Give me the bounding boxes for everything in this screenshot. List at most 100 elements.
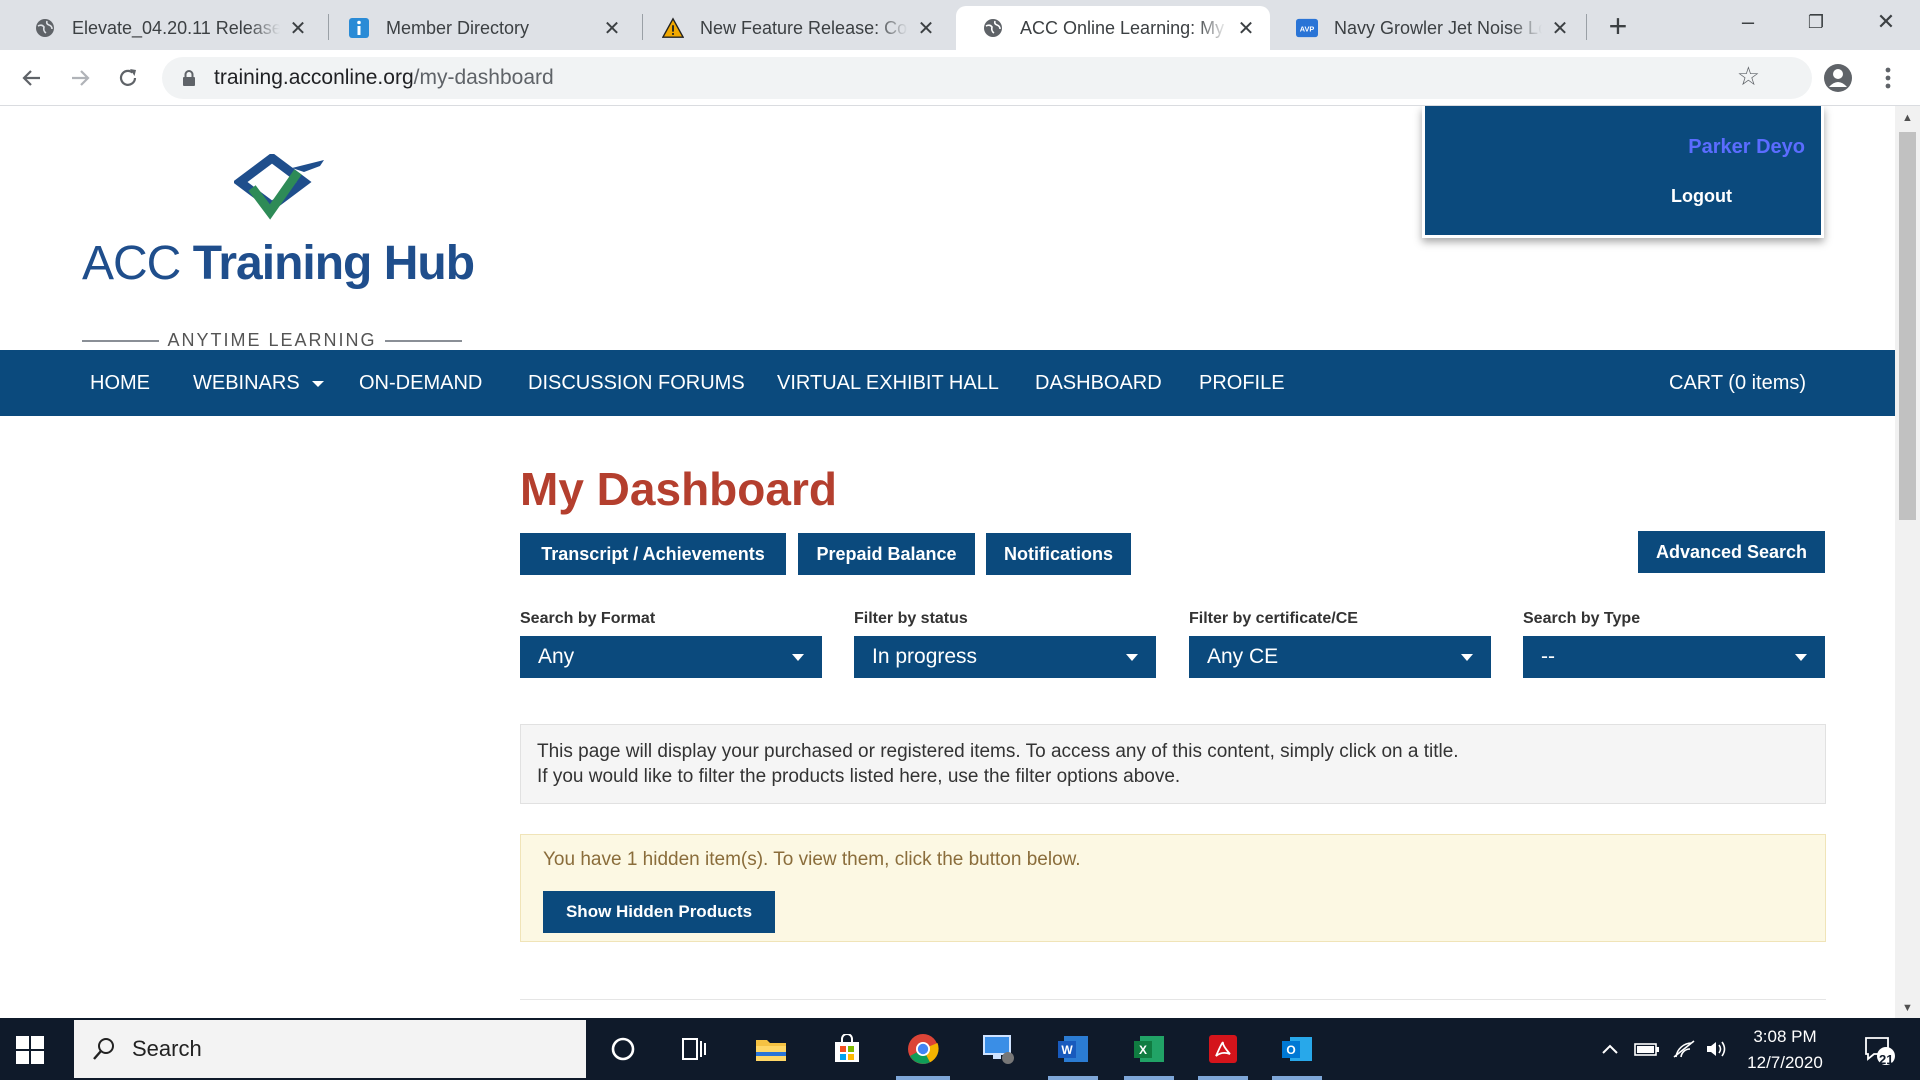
tab-elevate[interactable]: Elevate_04.20.11 Release notes ✕ (8, 6, 322, 50)
nav-virtual-exhibit-hall[interactable]: VIRTUAL EXHIBIT HALL (777, 350, 999, 416)
format-filter-label: Search by Format (520, 610, 656, 627)
close-icon[interactable]: ✕ (1236, 16, 1256, 41)
page-title: My Dashboard (520, 463, 837, 515)
tab-strip: Elevate_04.20.11 Release notes ✕ Member … (0, 0, 1920, 50)
logo-tagline: ANYTIME LEARNING (167, 330, 377, 350)
taskbar-search[interactable]: Search (74, 1020, 586, 1078)
svg-text:X: X (1139, 1043, 1147, 1057)
svg-text:W: W (1061, 1043, 1073, 1057)
url-path: /my-dashboard (413, 66, 554, 89)
certificate-select[interactable]: Any CE (1189, 636, 1491, 678)
certificate-filter-label: Filter by certificate/CE (1189, 610, 1358, 627)
profile-icon[interactable] (1820, 60, 1856, 96)
clock[interactable]: 3:08 PM 12/7/2020 (1730, 1024, 1840, 1076)
svg-text:O: O (1286, 1043, 1295, 1057)
bookmark-star-icon[interactable]: ☆ (1737, 61, 1760, 92)
transcript-achievements-button[interactable]: Transcript / Achievements (520, 533, 786, 575)
minimize-button[interactable]: – (1720, 0, 1776, 44)
nav-home[interactable]: HOME (90, 350, 150, 416)
outlook-icon[interactable]: O (1278, 1030, 1316, 1068)
excel-icon[interactable]: X (1130, 1030, 1168, 1068)
acrobat-icon[interactable] (1204, 1030, 1242, 1068)
chevron-up-icon[interactable] (1596, 1018, 1624, 1080)
store-icon[interactable] (828, 1030, 866, 1068)
warning-icon (662, 17, 684, 39)
task-view-icon[interactable] (676, 1030, 714, 1068)
divider (384, 339, 462, 342)
browser-menu-icon[interactable] (1870, 60, 1906, 96)
tab-navy-growler[interactable]: AVP Navy Growler Jet Noise Lou ✕ (1270, 6, 1584, 50)
wifi-icon[interactable] (1668, 1018, 1700, 1080)
type-select[interactable]: -- (1523, 636, 1825, 678)
close-icon[interactable]: ✕ (602, 16, 622, 41)
remote-desktop-icon[interactable] (980, 1030, 1018, 1068)
action-center-icon[interactable]: 21 (1854, 1018, 1904, 1080)
advanced-search-button[interactable]: Advanced Search (1638, 531, 1825, 573)
divider (82, 339, 160, 342)
nav-profile[interactable]: PROFILE (1199, 350, 1285, 416)
nav-dashboard[interactable]: DASHBOARD (1035, 350, 1162, 416)
volume-icon[interactable] (1702, 1018, 1732, 1080)
logo-title: ACC Training Hub (82, 236, 475, 291)
tab-member-directory[interactable]: Member Directory ✕ (322, 6, 636, 50)
hidden-items-notice: You have 1 hidden item(s). To view them,… (520, 834, 1826, 942)
info-line-2: If you would like to filter the products… (537, 766, 1181, 787)
tab-acc-online-learning[interactable]: ACC Online Learning: My Dashboard ✕ (956, 6, 1270, 50)
file-explorer-icon[interactable] (752, 1030, 790, 1068)
chevron-down-icon (1795, 654, 1807, 661)
forward-arrow-icon[interactable] (62, 60, 98, 96)
nav-discussion-forums[interactable]: DISCUSSION FORUMS (528, 350, 745, 416)
type-filter-label: Search by Type (1523, 610, 1641, 627)
window-close-button[interactable]: ✕ (1858, 0, 1914, 44)
info-line-1: This page will display your purchased or… (537, 741, 1459, 762)
format-select[interactable]: Any (520, 636, 822, 678)
status-select[interactable]: In progress (854, 636, 1156, 678)
notifications-button[interactable]: Notifications (986, 533, 1131, 575)
user-name-link[interactable]: Parker Deyo (1688, 136, 1805, 159)
close-icon[interactable]: ✕ (288, 16, 308, 41)
cortana-icon[interactable] (604, 1030, 642, 1068)
nav-webinars[interactable]: WEBINARS (193, 350, 324, 416)
chrome-icon[interactable] (904, 1030, 942, 1068)
lock-icon (182, 70, 196, 86)
tab-title: New Feature Release: Conn (700, 17, 908, 38)
tab-new-feature-release[interactable]: New Feature Release: Conn ✕ (636, 6, 950, 50)
divider (520, 999, 1826, 1000)
chevron-down-icon (1461, 654, 1473, 661)
prepaid-balance-button[interactable]: Prepaid Balance (798, 533, 975, 575)
close-icon[interactable]: ✕ (916, 16, 936, 41)
active-app-indicator (896, 1076, 950, 1080)
close-icon[interactable]: ✕ (1550, 16, 1570, 41)
status-select-value: In progress (872, 645, 978, 668)
tab-title: Navy Growler Jet Noise Lou (1334, 17, 1542, 38)
taskbar-search-label: Search (132, 1036, 202, 1061)
page-scrollbar[interactable]: ▲ ▼ (1895, 106, 1920, 1018)
restore-button[interactable]: ❐ (1788, 0, 1844, 44)
word-icon[interactable]: W (1054, 1030, 1092, 1068)
clock-date: 12/7/2020 (1747, 1053, 1823, 1072)
main-nav: HOME WEBINARS ON-DEMAND DISCUSSION FORUM… (0, 350, 1895, 416)
nav-on-demand[interactable]: ON-DEMAND (359, 350, 482, 416)
battery-icon[interactable] (1630, 1018, 1664, 1080)
logo-subtitle: ANYTIME LEARNING (82, 330, 462, 351)
open-app-indicator (1272, 1076, 1322, 1080)
new-tab-button[interactable]: + (1598, 8, 1638, 44)
reload-icon[interactable] (110, 60, 146, 96)
scroll-thumb[interactable] (1899, 132, 1916, 520)
airplane-check-icon (234, 154, 324, 220)
scroll-down-icon[interactable]: ▼ (1902, 1002, 1913, 1014)
address-bar[interactable]: training.acconline.org/my-dashboard ☆ (162, 57, 1812, 99)
open-app-indicator (1048, 1076, 1098, 1080)
clock-time: 3:08 PM (1753, 1027, 1817, 1046)
notification-count: 21 (1879, 1052, 1894, 1067)
back-arrow-icon[interactable] (14, 60, 50, 96)
show-hidden-products-button[interactable]: Show Hidden Products (543, 891, 775, 933)
open-app-indicator (1198, 1076, 1248, 1080)
logout-link[interactable]: Logout (1671, 186, 1732, 207)
chevron-down-icon (311, 380, 324, 387)
tab-title: ACC Online Learning: My Dashboard (1020, 17, 1228, 38)
scroll-up-icon[interactable]: ▲ (1902, 112, 1913, 124)
site-logo[interactable]: ACC Training Hub ANYTIME LEARNING (82, 154, 475, 350)
windows-start-icon[interactable] (16, 1036, 44, 1064)
nav-cart[interactable]: CART (0 items) (1669, 350, 1806, 416)
